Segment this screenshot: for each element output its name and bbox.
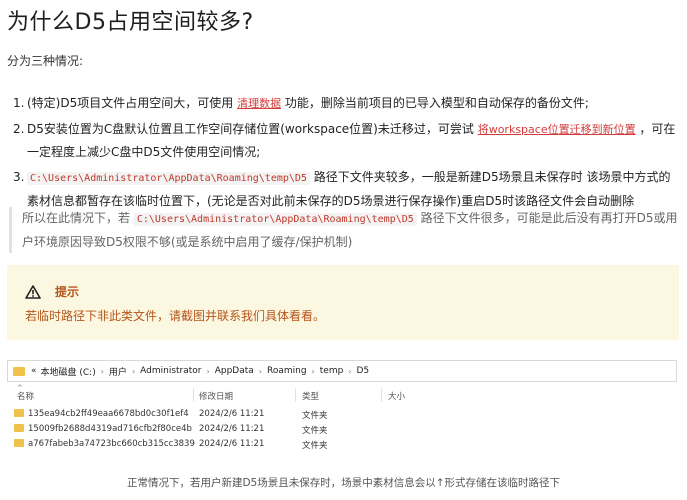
folder-icon [13,366,25,376]
column-divider[interactable] [193,388,194,402]
tip-title: 提示 [55,285,80,299]
image-caption: 正常情况下，若用户新建D5场景且未保存时，场景中素材信息会以↑形式存储在该临时路… [126,477,561,489]
chevron-right-icon: › [100,366,104,376]
tip-text: 若临时路径下非此类文件，请截图并联系我们具体看看。 [25,309,326,323]
list-item: 3. C:\Users\Administrator\AppData\Roamin… [7,166,679,212]
item-text: (特定)D5项目文件占用空间大，可使用 [27,96,234,110]
blockquote: 所以在此情况下，若 C:\Users\Administrator\AppData… [9,207,682,253]
column-header-type[interactable]: 类型 [302,390,319,402]
folder-icon [14,409,24,417]
list-item: 2. D5安装位置为C盘默认位置且工作空间存储位置(workspace位置)未迁… [7,118,679,163]
folder-icon [14,439,24,447]
chevron-right-icon: › [206,366,210,376]
file-row[interactable]: 135ea94cb2ff49eaa6678bd0c30f1ef4 2024/2/… [7,408,437,422]
migrate-workspace-link[interactable]: 将workspace位置迁移到新位置 [478,123,636,136]
explorer-screenshot: « 本地磁盘 (C:) › 用户 › Administrator › AppData ›… [7,360,679,460]
folder-icon [14,424,24,432]
item-text: D5安装位置为C盘默认位置且工作空间存储位置(workspace位置)未迁移过，… [27,122,474,136]
file-type: 文件夹 [302,441,328,451]
breadcrumb-item[interactable]: temp [320,366,344,376]
breadcrumb-item[interactable]: AppData [215,366,254,376]
column-divider[interactable] [295,388,296,402]
tip-callout: 提示 若临时路径下非此类文件，请截图并联系我们具体看看。 [7,265,679,340]
column-divider[interactable] [381,388,382,402]
quote-text: 所以在此情况下，若 [22,211,131,225]
breadcrumb-prefix: « [31,366,37,376]
item-number: 3. [13,170,25,184]
address-bar[interactable]: « 本地磁盘 (C:) › 用户 › Administrator › AppData ›… [7,360,677,382]
file-date: 2024/2/6 11:21 [199,409,265,419]
intro-text: 分为三种情况: [7,54,84,68]
file-name: 135ea94cb2ff49eaa6678bd0c30f1ef4 [28,409,189,419]
file-type: 文件夹 [302,426,328,436]
temp-path-code: C:\Users\Administrator\AppData\Roaming\t… [133,213,417,226]
chevron-right-icon: › [348,366,352,376]
chevron-right-icon: › [131,366,136,376]
breadcrumb-item[interactable]: Administrator [140,366,201,376]
breadcrumb-item[interactable]: Roaming [267,366,307,376]
file-row[interactable]: 15009fb2688d4319ad716cfb2f80ce4b 2024/2/… [7,423,437,437]
item-number: 1. [13,96,25,110]
column-header-size[interactable]: 大小 [388,390,405,402]
item-text: 功能，删除当前项目的已导入模型和自动保存的备份文件; [284,96,589,110]
file-type: 文件夹 [302,411,328,421]
file-name: a767fabeb3a74723bc660cb315cc3839 [28,439,195,449]
list-item: 1. (特定)D5项目文件占用空间大，可使用 清理数据 功能，删除当前项目的已导… [7,92,679,115]
breadcrumb-item[interactable]: D5 [357,366,370,376]
item-number: 2. [13,122,25,136]
page-title: 为什么D5占用空间较多? [7,10,254,35]
tip-heading: 提示 [25,283,79,300]
breadcrumb-item[interactable]: 用户 [109,365,127,378]
file-date: 2024/2/6 11:21 [199,439,265,449]
temp-path-code: C:\Users\Administrator\AppData\Roaming\t… [27,172,310,185]
column-header-date[interactable]: 修改日期 [199,390,233,402]
cause-list: 1. (特定)D5项目文件占用空间大，可使用 清理数据 功能，删除当前项目的已导… [7,92,679,215]
file-name: 15009fb2688d4319ad716cfb2f80ce4b [28,424,192,434]
column-headers: 名称 修改日期 类型 大小 [7,388,437,404]
chevron-right-icon: › [311,366,315,376]
file-date: 2024/2/6 11:21 [199,424,265,434]
column-header-name[interactable]: 名称 [17,390,34,402]
chevron-right-icon: › [258,366,262,376]
file-row[interactable]: a767fabeb3a74723bc660cb315cc3839 2024/2/… [7,438,437,452]
warning-icon [25,284,41,299]
breadcrumb-item[interactable]: 本地磁盘 (C:) [41,365,96,378]
clean-data-link[interactable]: 清理数据 [237,97,281,110]
